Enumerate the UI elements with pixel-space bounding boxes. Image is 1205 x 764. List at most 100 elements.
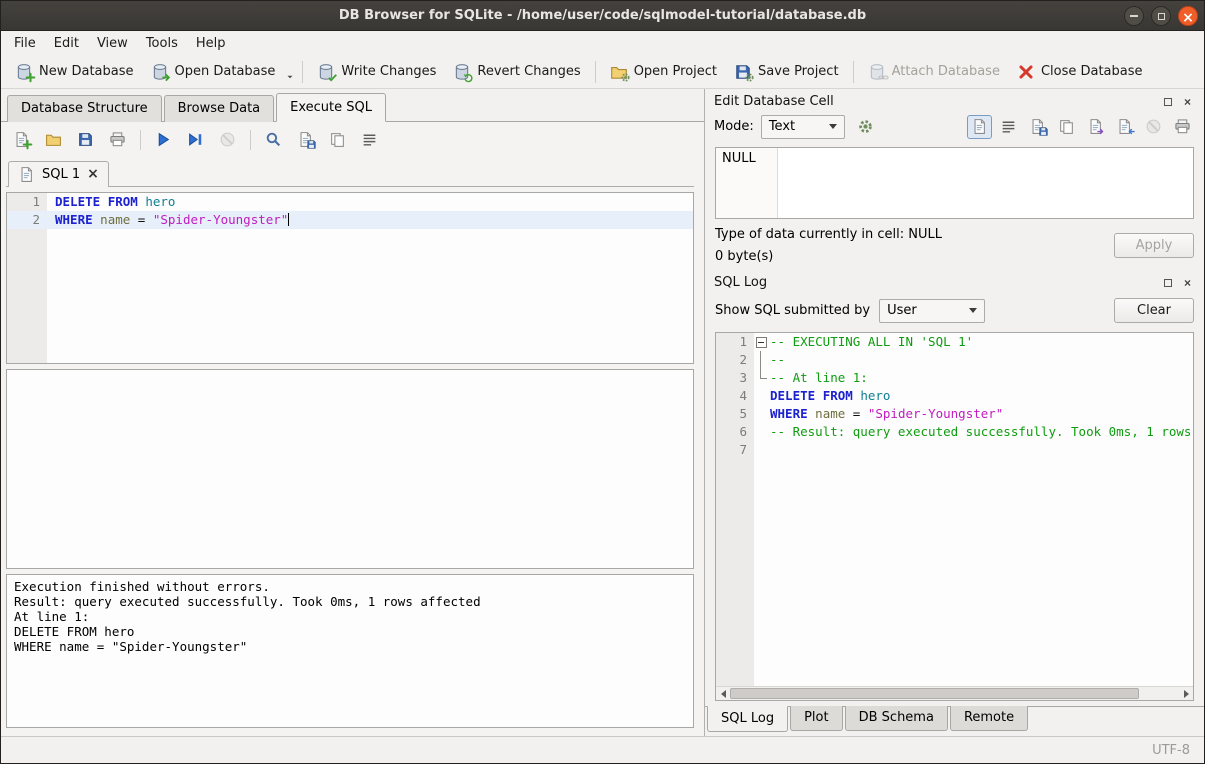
save-sql-file-button[interactable] — [72, 127, 99, 152]
code-line[interactable]: 1-- EXECUTING ALL IN 'SQL 1' — [716, 333, 1193, 351]
text-view-button[interactable] — [967, 115, 992, 139]
open-sql-file-button[interactable] — [40, 127, 67, 152]
save-project-button[interactable]: Save Project — [726, 58, 847, 86]
menu-file[interactable]: File — [5, 33, 45, 54]
tab-database-structure[interactable]: Database Structure — [7, 95, 162, 122]
close-database-icon — [1017, 63, 1035, 81]
copy-cell-button[interactable] — [1054, 115, 1079, 139]
close-database-button[interactable]: Close Database — [1009, 58, 1151, 86]
scrollbar-thumb[interactable] — [730, 688, 1139, 699]
scrollbar-track[interactable] — [730, 687, 1179, 700]
close-tab-icon[interactable] — [87, 167, 99, 182]
code-token: hero — [145, 194, 175, 209]
encoding-indicator[interactable]: UTF-8 — [1152, 743, 1190, 758]
cell-info-row: Type of data currently in cell: NULL 0 b… — [705, 219, 1204, 270]
cell-text-area[interactable] — [778, 148, 1193, 218]
float-panel-button[interactable] — [1160, 94, 1175, 109]
execute-line-button[interactable] — [182, 127, 209, 152]
open-project-label: Open Project — [634, 64, 717, 79]
revert-changes-button[interactable]: Revert Changes — [445, 58, 588, 86]
results-grid[interactable] — [6, 369, 694, 569]
code-line[interactable]: 7 — [716, 441, 1193, 459]
tab-db-schema[interactable]: DB Schema — [845, 706, 948, 731]
set-null-button[interactable] — [1141, 115, 1166, 139]
word-wrap-icon — [1000, 118, 1017, 135]
save-sql-file-icon — [77, 131, 94, 148]
mode-select[interactable]: Text — [761, 115, 845, 139]
auto-refresh-button[interactable] — [852, 114, 879, 139]
cell-editor[interactable]: NULL — [715, 147, 1194, 219]
dock-icons — [1160, 275, 1195, 290]
code-line[interactable]: 6-- Result: query executed successfully.… — [716, 423, 1193, 441]
write-changes-button[interactable]: Write Changes — [309, 58, 444, 86]
code-token — [815, 388, 823, 403]
import-cell-button[interactable] — [1083, 115, 1108, 139]
code-line[interactable]: 4DELETE FROM hero — [716, 387, 1193, 405]
tab-browse-data[interactable]: Browse Data — [164, 95, 275, 122]
sql-doc-tab[interactable]: SQL 1 — [8, 161, 109, 187]
maximize-button[interactable] — [1151, 6, 1171, 26]
minimize-button[interactable] — [1124, 6, 1144, 26]
tab-sql-log[interactable]: SQL Log — [707, 706, 788, 732]
scroll-left-button[interactable] — [716, 687, 730, 700]
code-token — [100, 194, 108, 209]
tab-remote[interactable]: Remote — [950, 706, 1028, 731]
apply-button[interactable]: Apply — [1114, 233, 1194, 258]
code-line[interactable]: 2WHERE name = "Spider-Youngster" — [7, 211, 693, 229]
execute-all-button[interactable] — [150, 127, 177, 152]
code-line[interactable]: 3-- At line 1: — [716, 369, 1193, 387]
menu-help[interactable]: Help — [187, 33, 235, 54]
copy-results-button[interactable] — [324, 127, 351, 152]
close-window-button[interactable] — [1178, 6, 1198, 26]
clear-log-button[interactable]: Clear — [1114, 298, 1194, 323]
sql-code-editor[interactable]: 1DELETE FROM hero2WHERE name = "Spider-Y… — [6, 192, 694, 364]
close-panel-button[interactable] — [1180, 275, 1195, 290]
open-database-button[interactable]: Open Database — [143, 58, 284, 86]
toolbar-separator — [140, 130, 141, 150]
word-wrap-button[interactable] — [356, 127, 383, 152]
save-results-button[interactable] — [292, 127, 319, 152]
code-token: WHERE — [55, 212, 93, 227]
fold-marker[interactable] — [754, 333, 768, 351]
stop-button[interactable] — [214, 127, 241, 152]
new-database-label: New Database — [39, 64, 134, 79]
cell-word-wrap-button[interactable] — [996, 115, 1021, 139]
new-database-button[interactable]: New Database — [7, 58, 142, 86]
submitter-select[interactable]: User — [879, 299, 985, 323]
float-icon — [1164, 98, 1172, 106]
new-sql-tab-button[interactable] — [8, 127, 35, 152]
open-database-dropdown[interactable] — [284, 62, 296, 82]
title-bar[interactable]: DB Browser for SQLite - /home/user/code/… — [1, 1, 1204, 31]
code-line[interactable]: 1DELETE FROM hero — [7, 193, 693, 211]
open-project-button[interactable]: Open Project — [602, 58, 725, 86]
tab-plot[interactable]: Plot — [790, 706, 843, 731]
find-button[interactable] — [260, 127, 287, 152]
float-panel-button[interactable] — [1160, 275, 1175, 290]
menu-edit[interactable]: Edit — [45, 33, 88, 54]
code-line[interactable]: 5WHERE name = "Spider-Youngster" — [716, 405, 1193, 423]
write-changes-label: Write Changes — [341, 64, 436, 79]
execution-messages[interactable]: Execution finished without errors.Result… — [6, 574, 694, 728]
save-cell-button[interactable] — [1025, 115, 1050, 139]
code-token: -- — [770, 352, 785, 367]
scroll-right-button[interactable] — [1179, 687, 1193, 700]
toolbar-separator — [595, 61, 596, 83]
close-panel-button[interactable] — [1180, 94, 1195, 109]
cell-size-info: 0 byte(s) — [715, 249, 1114, 264]
export-cell-button[interactable] — [1112, 115, 1137, 139]
code-token: FROM — [108, 194, 138, 209]
chevron-down-icon — [829, 124, 837, 129]
sql-log-view[interactable]: 1-- EXECUTING ALL IN 'SQL 1'2--3-- At li… — [715, 332, 1194, 701]
horizontal-scrollbar[interactable] — [716, 686, 1193, 700]
print-button[interactable] — [104, 127, 131, 152]
tab-execute-sql[interactable]: Execute SQL — [276, 93, 386, 122]
close-icon — [1184, 94, 1191, 109]
code-line[interactable]: 2-- — [716, 351, 1193, 369]
chevron-down-icon — [969, 308, 977, 313]
menu-tools[interactable]: Tools — [137, 33, 187, 54]
code-token: WHERE — [770, 406, 808, 421]
print-cell-button[interactable] — [1170, 115, 1195, 139]
attach-database-button[interactable]: Attach Database — [860, 58, 1008, 86]
menu-view[interactable]: View — [88, 33, 137, 54]
fold-marker — [754, 387, 768, 405]
